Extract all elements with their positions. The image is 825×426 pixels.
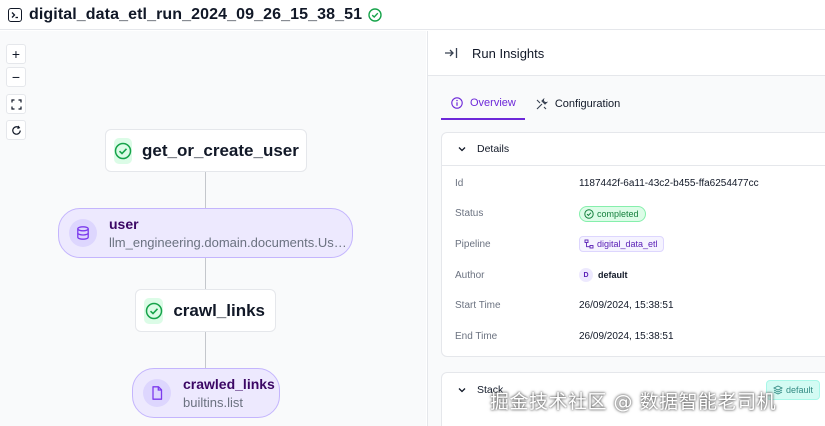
step-label: get_or_create_user [142,140,299,160]
details-section-toggle[interactable]: Details [442,133,825,166]
database-icon [69,219,97,247]
detail-row-pipeline: Pipeline digital_data_etl [442,229,825,260]
details-rows: Id 1187442f-6a11-43c2-b455-ffa6254477cc … [442,166,825,352]
check-circle-icon [584,209,594,219]
zoom-controls: + − [6,44,26,140]
detail-row-status: Status completed [442,199,825,230]
row-label: Id [455,177,464,189]
pipeline-name: digital_data_etl [597,239,658,250]
run-insights-panel: Run Insights Overview Configuration Deta… [427,31,825,426]
artifact-node-crawled-links[interactable]: crawled_links builtins.list [132,368,280,418]
detail-row-id: Id 1187442f-6a11-43c2-b455-ffa6254477cc [442,168,825,199]
tab-overview[interactable]: Overview [441,88,525,120]
author-value: D default [579,268,628,283]
artifact-type: builtins.list [183,395,243,410]
chevron-down-icon [458,387,466,392]
artifact-text: crawled_links builtins.list [183,376,275,410]
completed-status-icon [368,7,382,22]
zoom-out-button[interactable]: − [6,67,26,87]
artifact-name: user [109,216,139,232]
terminal-icon [8,7,22,22]
avatar: D [579,268,593,283]
step-node-crawl-links[interactable]: crawl_links [135,289,276,332]
refresh-icon [11,125,21,135]
row-label: End Time [455,330,498,342]
artifact-name: crawled_links [183,376,275,392]
artifact-node-user[interactable]: user llm_engineering.domain.documents.Us… [58,208,353,258]
status-badge: completed [579,205,646,222]
detail-row-end-time: End Time 26/09/2024, 15:38:51 [442,321,825,352]
run-title: digital_data_etl_run_2024_09_26_15_38_51 [29,5,363,23]
author-name: default [598,270,628,281]
step-node-get-or-create-user[interactable]: get_or_create_user [105,129,307,172]
tools-icon [536,97,548,109]
chevron-down-icon [458,147,466,152]
detail-row-author: Author D default [442,260,825,291]
pipeline-icon [584,240,594,249]
step-label: crawl_links [173,300,265,320]
detail-row-start-time: Start Time 26/09/2024, 15:38:51 [442,290,825,321]
file-icon [143,379,171,407]
tab-label: Configuration [554,98,621,110]
details-card: Details Id 1187442f-6a11-43c2-b455-ffa62… [441,132,825,357]
section-title: Details [477,143,510,155]
run-id-value[interactable]: 1187442f-6a11-43c2-b455-ffa6254477cc [579,178,759,189]
stack-chip-label: default [785,385,814,395]
fit-view-button[interactable] [6,94,26,114]
reset-layout-button[interactable] [6,120,26,140]
tab-label: Overview [470,97,516,109]
artifact-text: user llm_engineering.domain.documents.Us… [109,216,349,250]
panel-tabs: Overview Configuration [428,76,825,120]
collapse-panel-icon[interactable] [444,47,458,59]
dag-canvas[interactable]: + − get_or_create_user user llm_engineer… [0,31,426,426]
row-label: Start Time [455,300,501,312]
status-text: completed [597,208,639,219]
row-label: Status [455,208,484,220]
panel-header: Run Insights [428,31,825,76]
status-value: completed [579,205,646,222]
dag-edge [205,331,206,369]
info-icon [451,97,463,109]
panel-title: Run Insights [472,45,545,61]
end-time-value: 26/09/2024, 15:38:51 [579,330,674,342]
tab-configuration[interactable]: Configuration [525,88,629,120]
pipeline-value: digital_data_etl [579,236,664,253]
artifact-type: llm_engineering.domain.documents.Use... [109,235,349,250]
dag-edge [205,257,206,290]
watermark: 掘金技术社区 @ 数据智能老司机 [490,391,777,413]
start-time-value: 26/09/2024, 15:38:51 [579,300,674,312]
row-label: Author [455,269,485,281]
top-bar: digital_data_etl_run_2024_09_26_15_38_51 [0,0,825,30]
row-label: Pipeline [455,238,491,250]
check-icon [114,137,132,164]
zoom-in-button[interactable]: + [6,44,26,64]
fit-view-icon [10,98,22,110]
check-icon [144,297,164,324]
pipeline-link[interactable]: digital_data_etl [579,236,664,253]
dag-edge [205,171,206,208]
